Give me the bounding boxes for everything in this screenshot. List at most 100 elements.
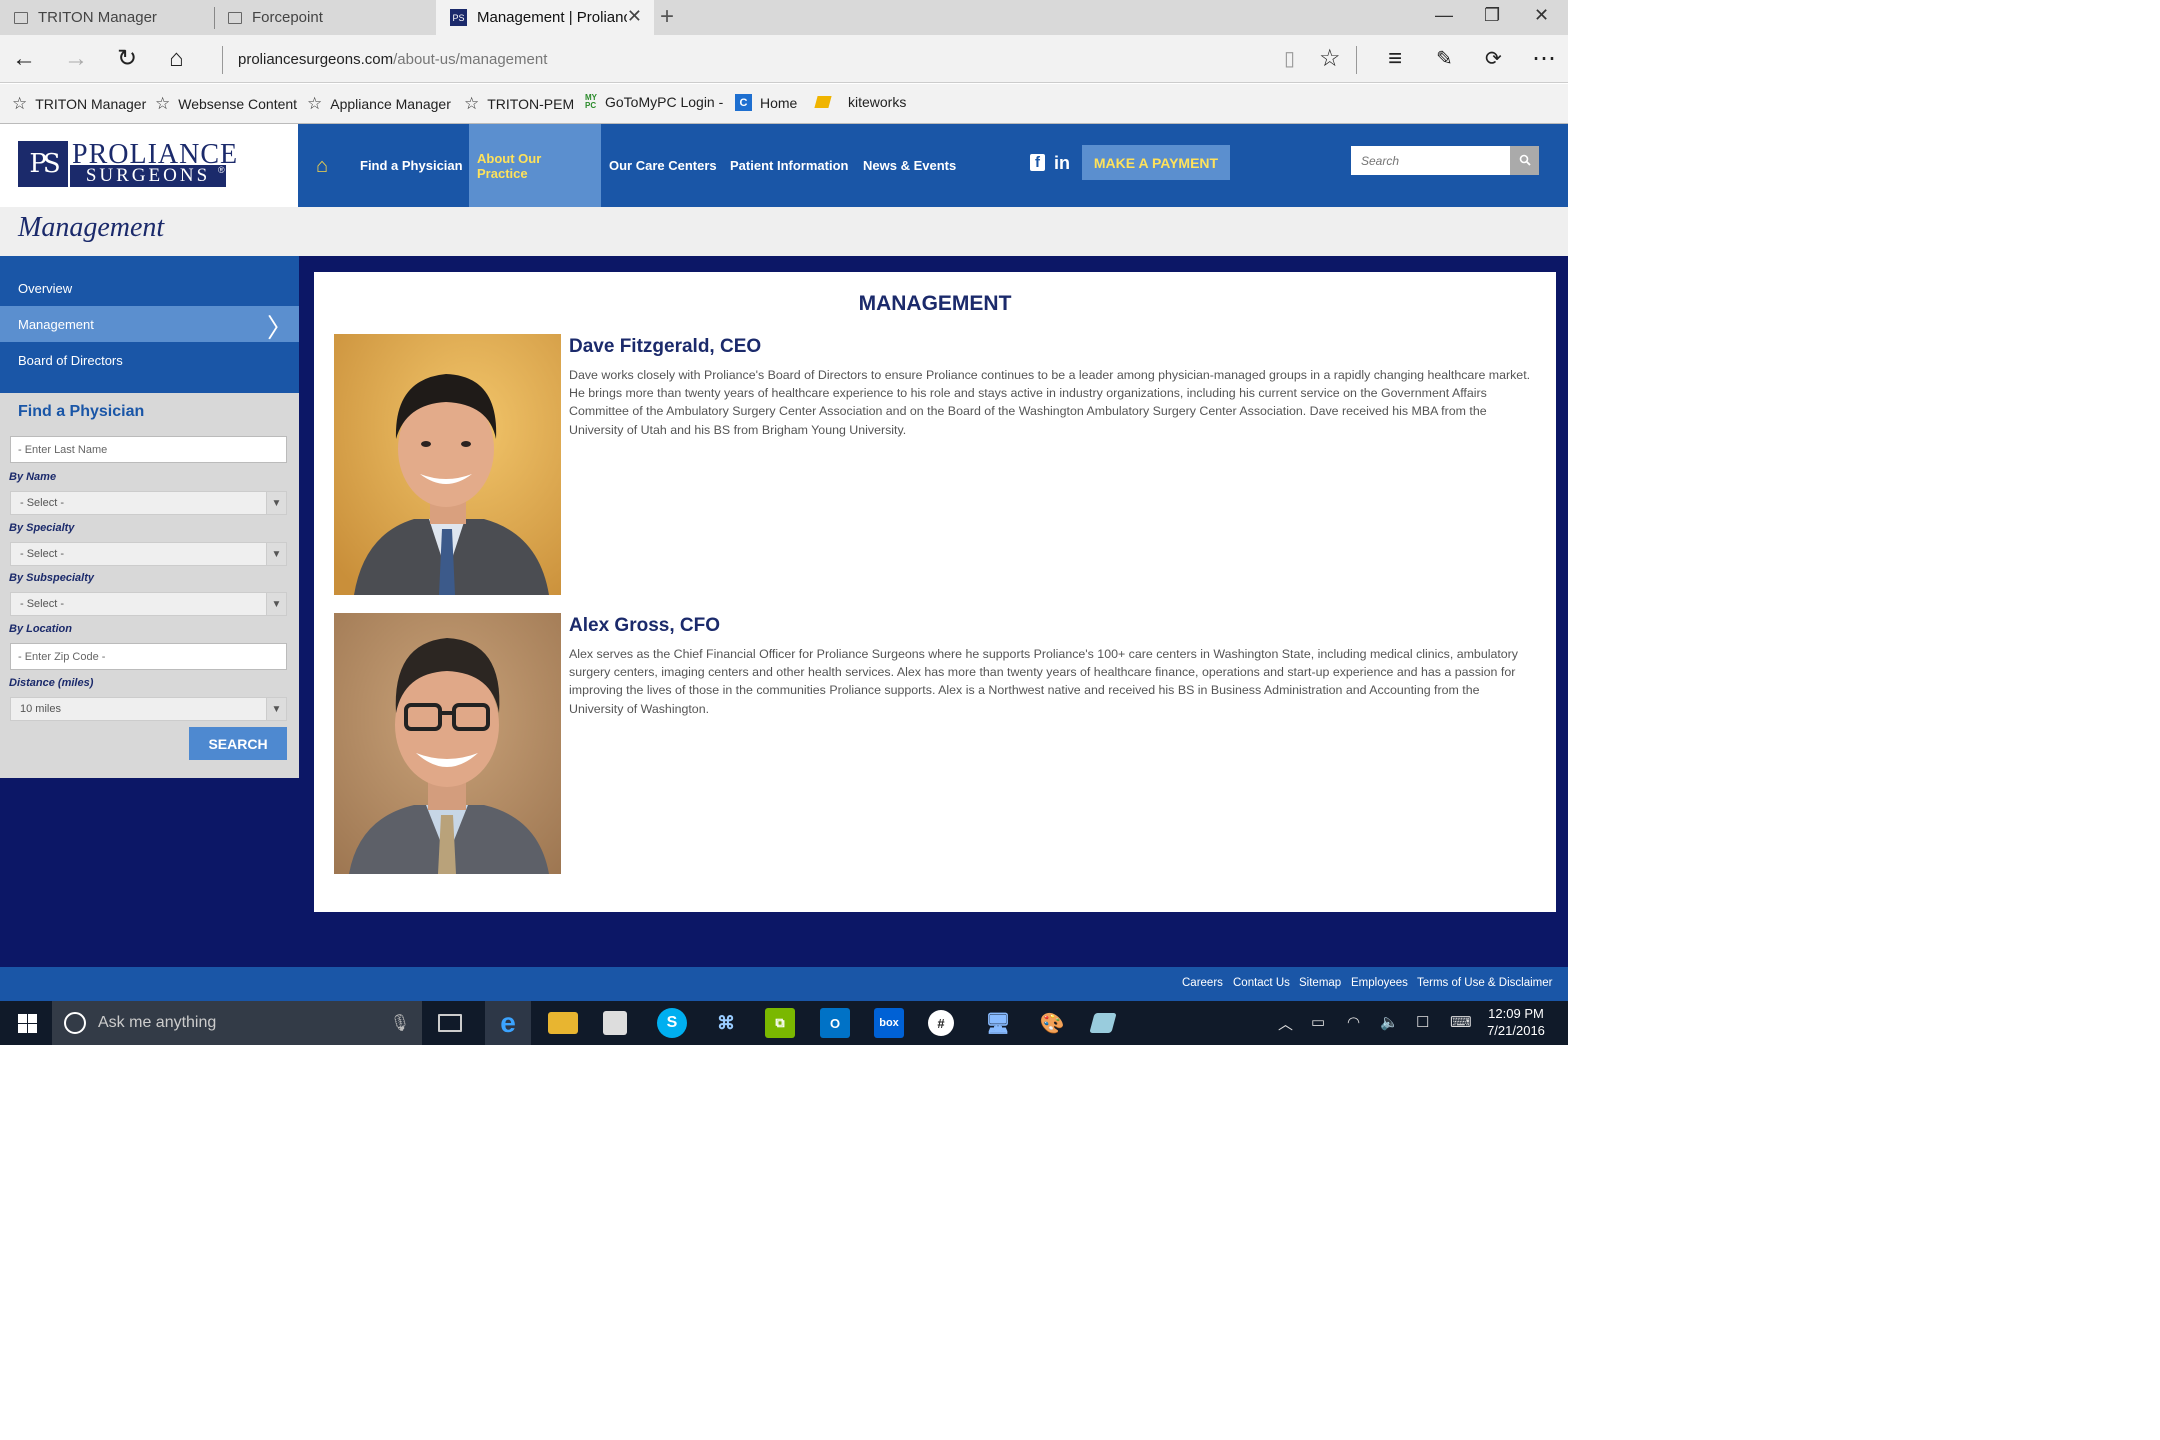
last-name-input[interactable]: - Enter Last Name [10, 436, 287, 463]
home-icon[interactable]: ⌂ [316, 155, 328, 178]
site-search-input[interactable] [1351, 146, 1510, 175]
refresh-icon[interactable]: ↻ [117, 45, 137, 73]
close-window-icon[interactable]: ✕ [1534, 5, 1549, 26]
select-value: - Select - [20, 497, 65, 509]
footer-link-sitemap[interactable]: Sitemap [1299, 977, 1341, 989]
by-name-select[interactable]: - Select - ▼ [10, 491, 287, 515]
web-note-icon[interactable]: ✎ [1436, 45, 1453, 73]
page-icon [228, 11, 242, 24]
select-value: - Select - [20, 548, 65, 560]
clock-time: 12:09 PM [1488, 1006, 1544, 1021]
edge-browser-icon[interactable]: e [493, 1007, 523, 1038]
facebook-icon[interactable]: f [1030, 154, 1045, 171]
favorite-appliance-manager[interactable]: ☆ Appliance Manager [307, 94, 451, 114]
person-photo-alex-gross [334, 613, 561, 874]
footer-link-employees[interactable]: Employees [1351, 977, 1408, 989]
clock-date: 7/21/2016 [1487, 1023, 1545, 1038]
nav-about-our-practice[interactable]: About Our Practice [469, 124, 601, 207]
by-subspecialty-select[interactable]: - Select - ▼ [10, 592, 287, 616]
more-icon[interactable]: ⋯ [1532, 45, 1556, 73]
show-hidden-icons-icon[interactable]: ︿ [1278, 1013, 1293, 1034]
wifi-icon[interactable]: ◠ [1347, 1013, 1360, 1031]
sidebar-item-overview[interactable]: Overview [0, 270, 299, 306]
battery-icon[interactable]: ▭ [1311, 1013, 1325, 1031]
browser-tab-management[interactable]: PS Management | Proliance ✕ [436, 0, 654, 35]
restore-icon[interactable]: ❐ [1484, 5, 1500, 26]
page-title: Management [18, 212, 165, 243]
url-domain: proliancesurgeons.com [238, 51, 394, 68]
linkedin-icon[interactable]: in [1054, 153, 1070, 174]
browser-tab-forcepoint[interactable]: Forcepoint [214, 0, 436, 35]
zip-code-input[interactable]: - Enter Zip Code - [10, 643, 287, 670]
cortana-icon [64, 1012, 86, 1034]
box-icon[interactable]: box [874, 1008, 904, 1038]
close-tab-icon[interactable]: ✕ [627, 6, 642, 27]
hub-icon[interactable]: ≡ [1388, 45, 1402, 73]
slack-icon[interactable]: # [928, 1010, 954, 1036]
cortana-search-box[interactable]: Ask me anything 🎙 [52, 1001, 422, 1045]
tab-title: Management | Proliance [477, 9, 627, 26]
skype-icon[interactable]: S [657, 1008, 687, 1038]
windows-start-icon[interactable] [18, 1014, 37, 1038]
task-view-icon[interactable] [438, 1014, 462, 1032]
outlook-icon[interactable]: O [820, 1008, 850, 1038]
person-photo-dave-fitzgerald [334, 334, 561, 595]
nav-our-care-centers[interactable]: Our Care Centers [601, 124, 725, 207]
home-icon[interactable]: ⌂ [169, 45, 184, 73]
favorite-websense-content[interactable]: ☆ Websense Content [155, 94, 297, 114]
new-tab-icon[interactable]: + [660, 3, 674, 31]
address-divider [222, 46, 223, 74]
gotomypc-icon: MY PC [585, 93, 597, 110]
nav-find-a-physician[interactable]: Find a Physician [352, 124, 471, 207]
minimize-icon[interactable]: — [1435, 5, 1453, 26]
dropdown-arrow-icon: ▼ [266, 698, 286, 720]
logo-text-surgeons[interactable]: SURGEONS [70, 165, 226, 187]
share-icon[interactable]: ⟳ [1485, 45, 1502, 73]
favorite-triton-manager[interactable]: ☆ TRITON Manager [12, 94, 146, 114]
favorite-label: GoToMyPC Login - [605, 94, 724, 110]
remote-desktop-icon[interactable]: 🖥 [983, 1008, 1013, 1038]
distance-select[interactable]: 10 miles ▼ [10, 697, 287, 721]
dropdown-arrow-icon: ▼ [266, 492, 286, 514]
favorite-kiteworks[interactable]: kiteworks [814, 94, 906, 110]
physician-search-button[interactable]: SEARCH [189, 727, 287, 760]
person-bio: Alex serves as the Chief Financial Offic… [569, 647, 1519, 716]
reading-view-icon[interactable]: ▯ [1284, 45, 1295, 73]
favorite-home[interactable]: C Home [735, 94, 797, 111]
favorite-gotomypc[interactable]: MY PC GoToMyPC Login - [585, 93, 724, 111]
proliance-logo-mark[interactable]: PS [18, 141, 68, 187]
sidebar-item-board-of-directors[interactable]: Board of Directors [0, 342, 299, 378]
sidebar-item-management[interactable]: Management 〉 [0, 306, 299, 343]
select-value: 10 miles [20, 703, 61, 715]
back-icon[interactable]: ← [12, 45, 36, 73]
nav-news-events[interactable]: News & Events [855, 124, 964, 207]
favorite-star-icon[interactable]: ☆ [1319, 45, 1341, 73]
person-bio: Dave works closely with Proliance's Boar… [569, 368, 1531, 437]
make-payment-button[interactable]: MAKE A PAYMENT [1082, 145, 1230, 180]
favorite-triton-pem[interactable]: ☆ TRITON-PEM [464, 94, 574, 114]
taskbar-clock[interactable]: 12:09 PM 7/21/2016 [1478, 1005, 1554, 1039]
action-center-icon[interactable]: ☐ [1416, 1013, 1429, 1031]
paint-icon[interactable]: 🎨 [1037, 1008, 1067, 1038]
by-specialty-select[interactable]: - Select - ▼ [10, 542, 287, 566]
folder-icon [814, 96, 832, 108]
file-explorer-icon[interactable] [548, 1012, 578, 1034]
star-icon: ☆ [464, 94, 480, 113]
favorite-label: Websense Content [178, 96, 298, 112]
network-app-icon[interactable]: ⌘ [711, 1008, 741, 1038]
keyboard-icon[interactable]: ⌨ [1450, 1013, 1472, 1031]
browser-tab-triton[interactable]: TRITON Manager [0, 0, 214, 35]
microphone-icon[interactable]: 🎙 [390, 1013, 410, 1033]
volume-icon[interactable]: 🔈 [1380, 1013, 1399, 1031]
footer-link-careers[interactable]: Careers [1182, 977, 1223, 989]
forward-icon[interactable]: → [64, 45, 88, 73]
search-icon[interactable] [1510, 146, 1539, 175]
url-field[interactable]: proliancesurgeons.com/about-us/managemen… [238, 51, 547, 68]
footer-link-terms[interactable]: Terms of Use & Disclaimer [1417, 977, 1552, 989]
nav-patient-information[interactable]: Patient Information [722, 124, 856, 207]
store-icon[interactable] [603, 1011, 627, 1035]
vsphere-icon[interactable]: ⧉ [765, 1008, 795, 1038]
favorite-label: Home [760, 94, 798, 111]
footer-link-contact-us[interactable]: Contact Us [1233, 977, 1290, 989]
by-name-label: By Name [9, 471, 57, 483]
